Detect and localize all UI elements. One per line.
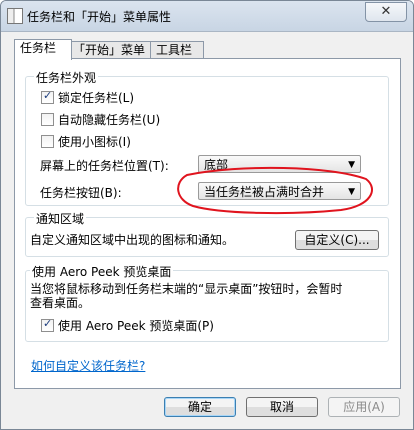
taskbar-buttons-select[interactable]: 当任务栏被占满时合并 ▼: [198, 182, 361, 200]
taskbar-app-icon: [7, 8, 23, 24]
taskbar-position-label: 屏幕上的任务栏位置(T):: [40, 159, 169, 173]
small-icons-checkbox[interactable]: [41, 135, 54, 148]
chevron-down-icon: ▼: [348, 160, 355, 170]
title-bar[interactable]: 任务栏和「开始」菜单属性 ✕: [1, 1, 413, 32]
customize-taskbar-help-link[interactable]: 如何自定义该任务栏?: [31, 357, 145, 374]
aero-peek-group: 使用 Aero Peek 预览桌面 当您将鼠标移动到任务栏末端的“显示桌面”按钮…: [25, 263, 389, 342]
notification-group-label: 通知区域: [34, 210, 87, 227]
taskbar-buttons-value: 当任务栏被占满时合并: [204, 185, 325, 199]
auto-hide-label[interactable]: 自动隐藏任务栏(U): [58, 111, 160, 128]
taskbar-tab-panel: 任务栏外观 ✓ 锁定任务栏(L) 自动隐藏任务栏(U) 使用小图标(I) 屏幕上…: [14, 58, 401, 389]
aero-peek-group-label: 使用 Aero Peek 预览桌面: [30, 263, 174, 280]
auto-hide-checkbox[interactable]: [41, 113, 54, 126]
customize-button[interactable]: 自定义(C)...: [295, 230, 379, 250]
aero-peek-description-line2: 查看桌面。: [30, 296, 91, 310]
apply-button[interactable]: 应用(A): [328, 397, 400, 417]
ok-button[interactable]: 确定: [164, 397, 236, 417]
aero-peek-checkbox[interactable]: ✓: [41, 317, 54, 332]
taskbar-position-select[interactable]: 底部 ▼: [198, 155, 361, 173]
appearance-group: 任务栏外观 ✓ 锁定任务栏(L) 自动隐藏任务栏(U) 使用小图标(I) 屏幕上…: [25, 69, 389, 206]
close-button[interactable]: ✕: [365, 2, 407, 22]
notification-group: 通知区域 自定义通知区域中出现的图标和通知。 自定义(C)...: [25, 210, 389, 257]
properties-window: 任务栏和「开始」菜单属性 ✕ 任务栏 「开始」菜单 工具栏 任务栏外观 ✓ 锁定…: [0, 0, 414, 430]
small-icons-label[interactable]: 使用小图标(I): [58, 133, 131, 150]
aero-peek-checkbox-label[interactable]: 使用 Aero Peek 预览桌面(P): [58, 317, 214, 334]
checkmark-icon: ✓: [43, 89, 53, 102]
taskbar-position-value: 底部: [204, 158, 229, 172]
lock-taskbar-checkbox[interactable]: ✓: [41, 89, 54, 104]
window-title: 任务栏和「开始」菜单属性: [27, 10, 172, 24]
appearance-group-label: 任务栏外观: [34, 69, 99, 86]
notification-description: 自定义通知区域中出现的图标和通知。: [30, 233, 235, 247]
lock-taskbar-label[interactable]: 锁定任务栏(L): [58, 89, 134, 106]
checkmark-icon: ✓: [43, 317, 53, 330]
tab-toolbars[interactable]: 工具栏: [150, 41, 204, 59]
taskbar-buttons-label: 任务栏按钮(B):: [40, 186, 122, 200]
chevron-down-icon: ▼: [348, 187, 355, 197]
tab-taskbar[interactable]: 任务栏: [14, 39, 72, 60]
cancel-button[interactable]: 取消: [246, 397, 318, 417]
tab-start-menu[interactable]: 「开始」菜单: [67, 41, 155, 59]
